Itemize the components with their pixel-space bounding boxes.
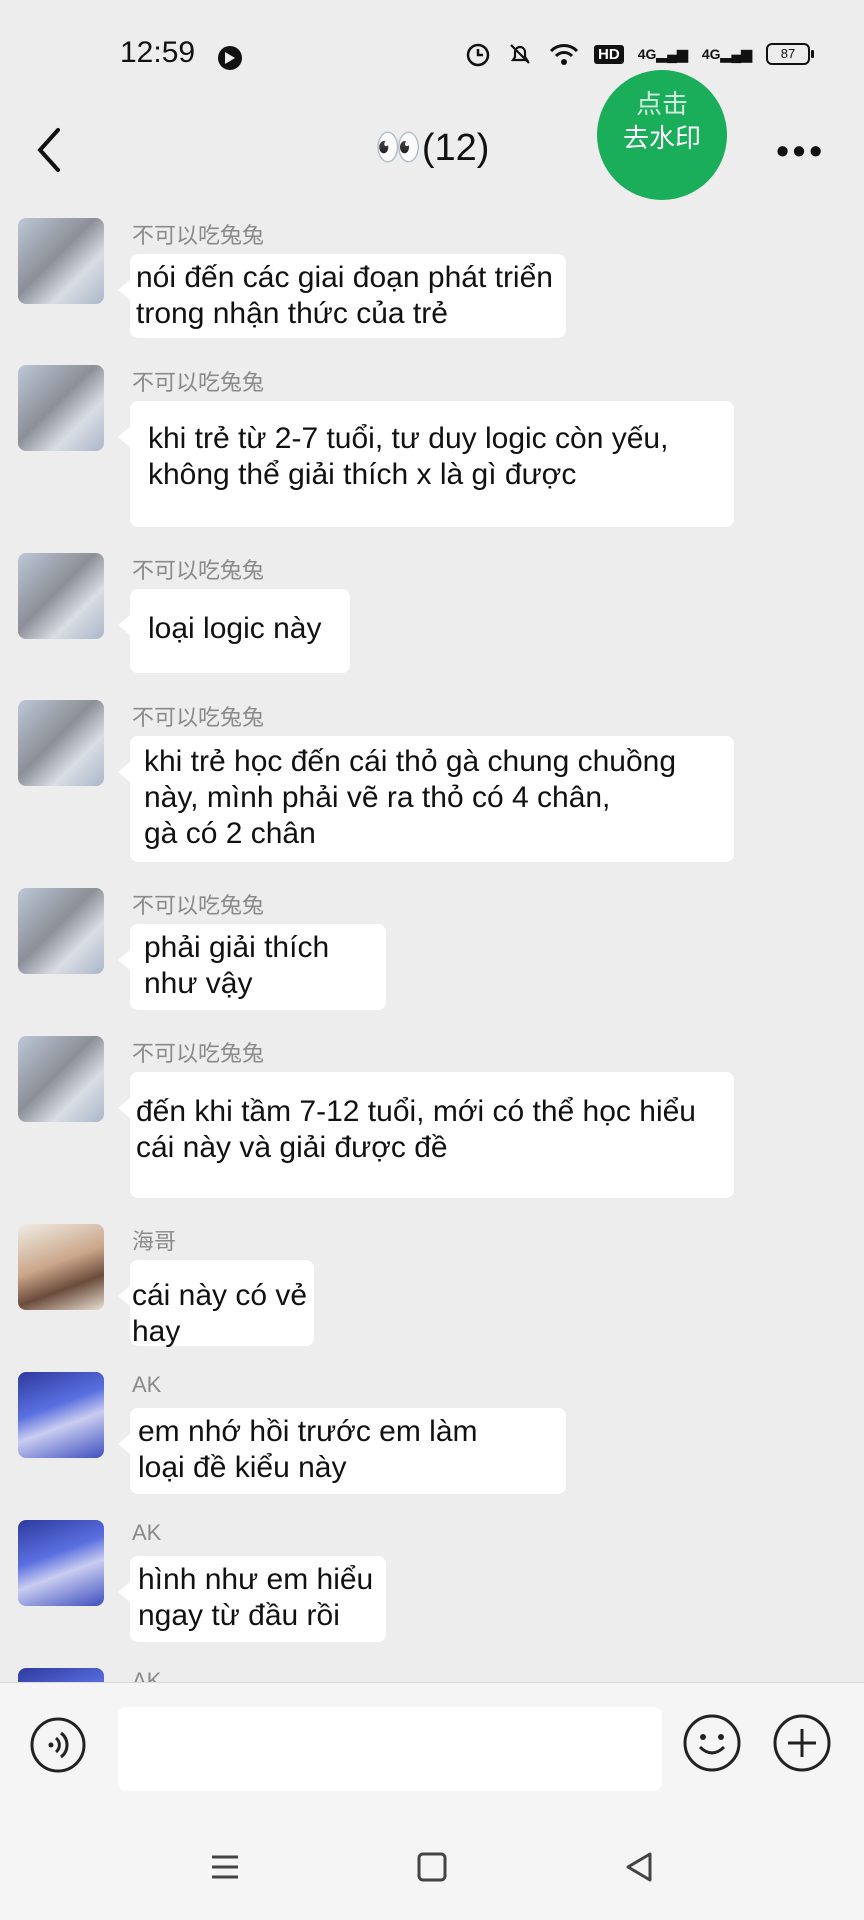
remove-watermark-button[interactable]: 点击 去水印	[597, 70, 727, 200]
message-text: loại logic này	[148, 612, 322, 645]
avatar[interactable]	[18, 888, 104, 974]
status-time: 12:59	[120, 36, 196, 69]
message-text: khi trẻ từ 2-7 tuổi, tư duy logic còn yế…	[148, 422, 669, 491]
sender-name: 不可以吃兔兔	[132, 893, 265, 918]
message-text: nói đến các giai đoạn phát triển trong n…	[136, 261, 553, 330]
sender-name: 不可以吃兔兔	[132, 705, 265, 730]
app-notification-icon	[218, 46, 242, 70]
message-text: đến khi tầm 7-12 tuổi, mới có thể học hi…	[136, 1095, 696, 1164]
voice-input-icon[interactable]	[30, 1717, 86, 1773]
message-bubble[interactable]: nói đến các giai đoạn phát triển trong n…	[118, 254, 566, 338]
home-square-icon[interactable]	[407, 1842, 457, 1892]
emoji-icon[interactable]	[682, 1713, 742, 1773]
more-options-icon[interactable]: •••	[776, 130, 826, 172]
system-nav-bar	[0, 1814, 864, 1920]
watermark-line2: 去水印	[622, 123, 701, 153]
sender-name: AK	[132, 1520, 162, 1545]
message-bubble[interactable]: loại logic này	[118, 589, 350, 673]
hd-badge: HD	[594, 44, 624, 64]
message-bubble[interactable]: cái này có vẻ hay	[118, 1260, 314, 1348]
menu-icon[interactable]	[200, 1842, 250, 1892]
add-icon[interactable]	[772, 1713, 832, 1773]
battery-icon: 87	[766, 43, 814, 65]
message-bubble[interactable]: phải giải thích như vậy	[118, 924, 386, 1010]
chat-title: 👀(12)	[374, 127, 490, 169]
signal-4g-1: 4G▂▄▆	[637, 45, 688, 62]
message-input[interactable]	[118, 1707, 662, 1791]
avatar[interactable]	[18, 365, 104, 451]
alarm-icon	[466, 43, 490, 67]
sender-name: 不可以吃兔兔	[132, 370, 265, 395]
back-triangle-icon[interactable]	[614, 1842, 664, 1892]
avatar[interactable]	[18, 1520, 104, 1606]
sender-name: 海哥	[132, 1229, 177, 1254]
avatar[interactable]	[18, 553, 104, 639]
message-bubble[interactable]: em nhớ hồi trước em làm loại đề kiểu này	[118, 1408, 566, 1494]
signal-4g-2: 4G▂▄▆	[701, 45, 752, 62]
watermark-line1: 点击	[635, 89, 688, 119]
message-text: hình như em hiểu ngay từ đầu rồi	[138, 1563, 374, 1632]
message-bubble[interactable]: khi trẻ học đến cái thỏ gà chung chuồng …	[118, 736, 734, 862]
message-text: khi trẻ học đến cái thỏ gà chung chuồng …	[144, 745, 677, 850]
message-bubble[interactable]: hình như em hiểu ngay từ đầu rồi	[118, 1556, 386, 1642]
input-bar	[0, 1682, 864, 1815]
message-text: phải giải thích như vậy	[144, 931, 330, 1000]
message-bubble[interactable]: đến khi tầm 7-12 tuổi, mới có thể học hi…	[118, 1072, 734, 1198]
avatar[interactable]	[18, 700, 104, 786]
avatar[interactable]	[18, 218, 104, 304]
message-bubble[interactable]: khi trẻ từ 2-7 tuổi, tư duy logic còn yế…	[118, 401, 734, 527]
wifi-icon	[549, 44, 579, 65]
sender-name: AK	[132, 1372, 162, 1397]
status-bar: 12:59 HD 4G▂▄▆ 4G▂▄▆ 87	[0, 0, 864, 90]
sender-name: 不可以吃兔兔	[132, 558, 265, 583]
avatar[interactable]	[18, 1036, 104, 1122]
sender-name: 不可以吃兔兔	[132, 1041, 265, 1066]
mute-bell-icon	[510, 44, 530, 64]
message-text: cái này có vẻ hay	[132, 1279, 308, 1348]
sender-name: 不可以吃兔兔	[132, 223, 265, 248]
chat-header: 👀(12) 点击 去水印 •••	[0, 70, 864, 210]
avatar[interactable]	[18, 1224, 104, 1310]
message-text: em nhớ hồi trước em làm loại đề kiểu này	[138, 1415, 478, 1484]
avatar[interactable]	[18, 1372, 104, 1458]
